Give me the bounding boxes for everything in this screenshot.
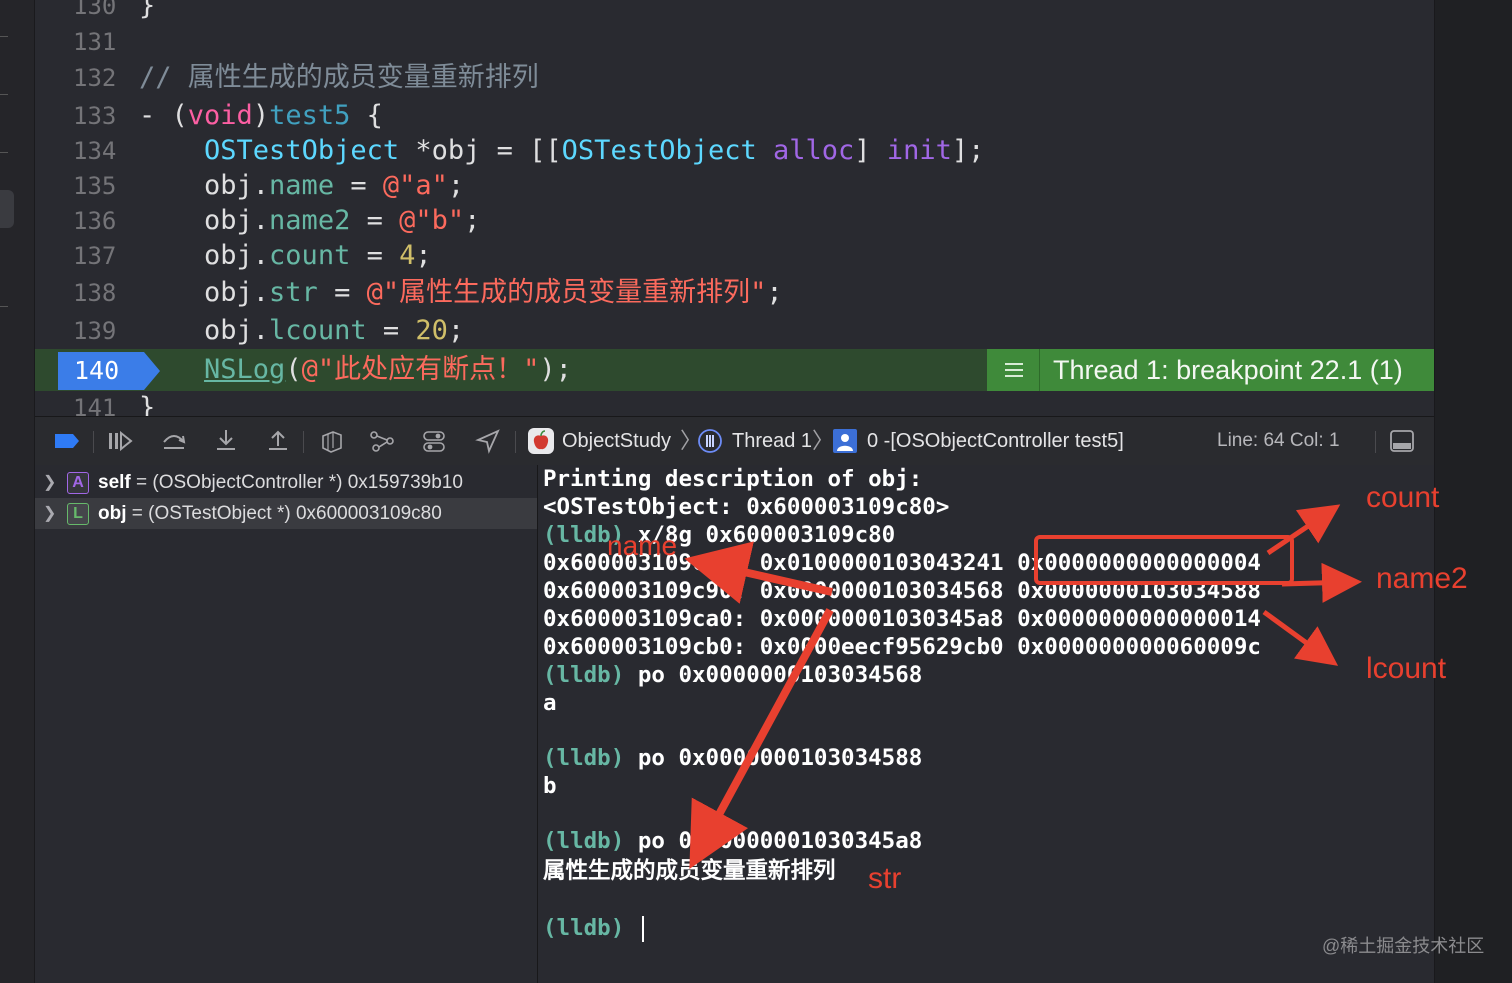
- lcount-arrow: [1262, 609, 1339, 666]
- annotation-overlay: [684, 504, 1362, 870]
- annotation-str: str: [868, 862, 902, 895]
- watermark: @稀土掘金技术社区: [1322, 936, 1485, 956]
- annotation-name2: name2: [1376, 562, 1468, 595]
- name-arrow: [684, 541, 833, 604]
- name2-arrow: [1281, 562, 1362, 603]
- annotation-name: name: [607, 530, 678, 561]
- annotation-lcount: lcount: [1366, 652, 1447, 685]
- count-arrow: [1266, 504, 1341, 556]
- count-highlight-box: [1034, 535, 1294, 585]
- str-arrow: [689, 608, 834, 870]
- annotation-count: count: [1366, 481, 1440, 514]
